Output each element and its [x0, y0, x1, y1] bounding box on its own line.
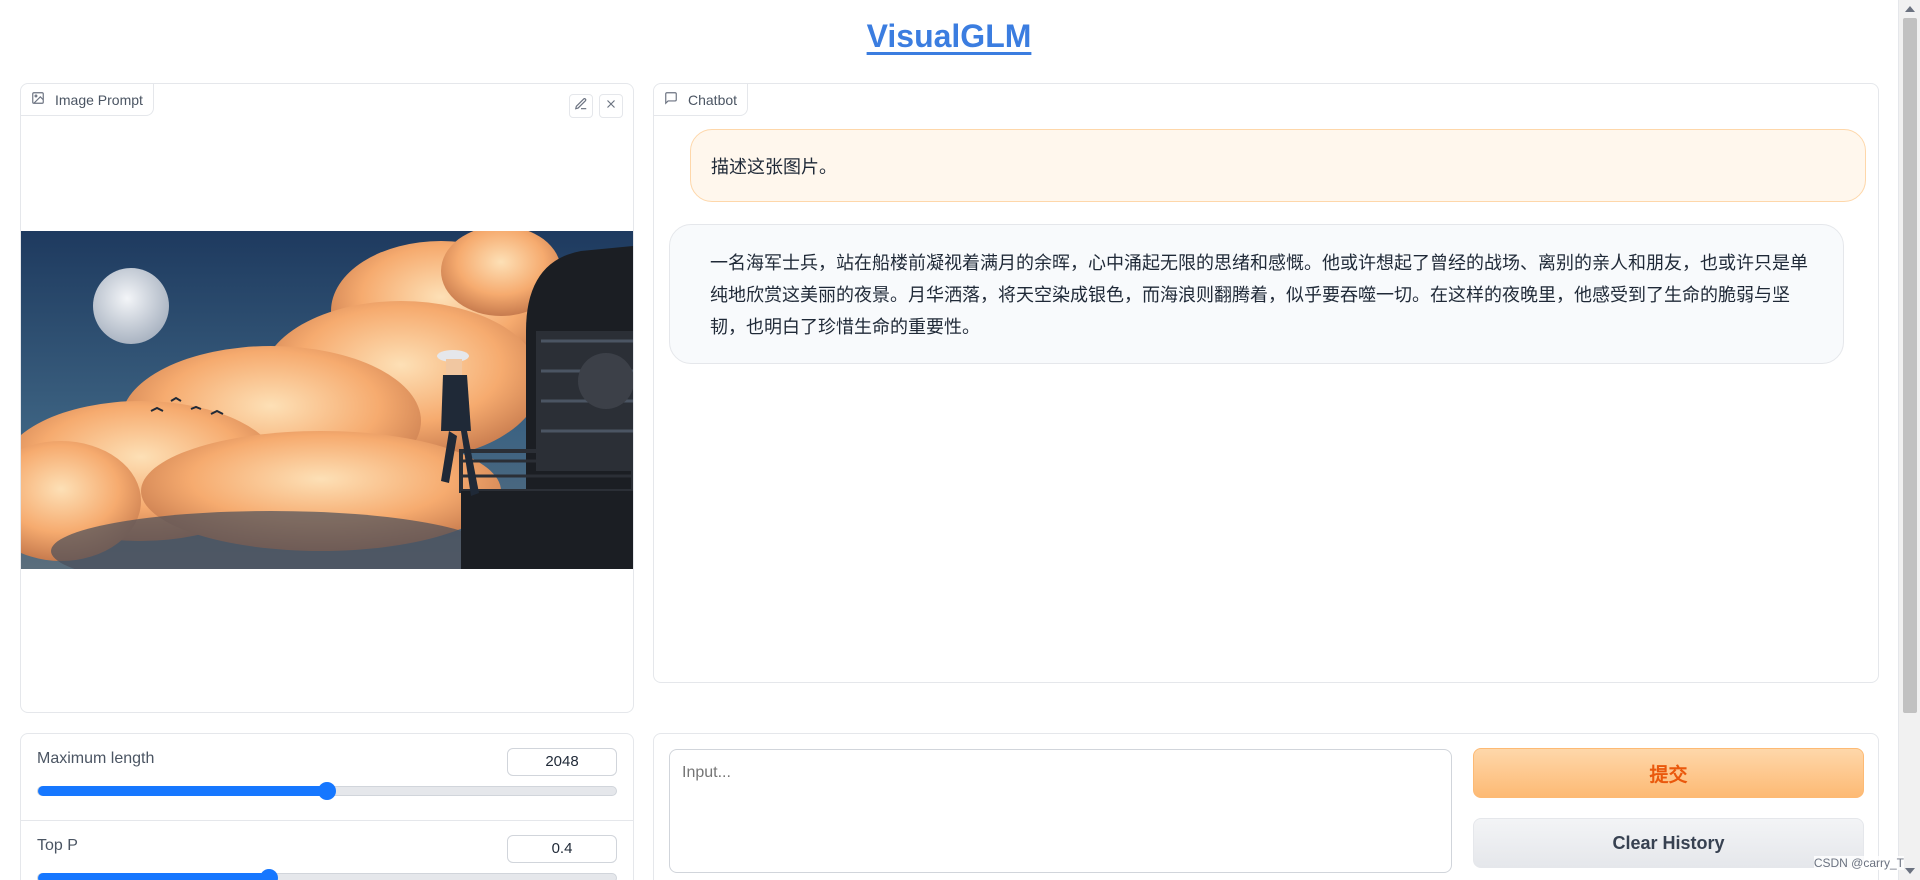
chatbot-panel: Chatbot 描述这张图片。 一名海军士兵，站在船楼前凝视着满月的余晖，心中涌… [653, 83, 1879, 683]
image-icon [31, 91, 45, 108]
page: VisualGLM Image Prompt Chatbot 描述这张图片。 一… [0, 0, 1920, 880]
max-length-setting: Maximum length 2048 [21, 734, 633, 820]
chat-input[interactable] [669, 749, 1452, 873]
top-p-slider-thumb[interactable] [260, 869, 279, 880]
bot-message-text: 一名海军士兵，站在船楼前凝视着满月的余晖，心中涌起无限的思绪和感慨。他或许想起了… [710, 253, 1808, 337]
max-length-slider-thumb[interactable] [318, 782, 336, 800]
scroll-down-icon[interactable] [1905, 868, 1915, 874]
image-prompt-label: Image Prompt [21, 84, 154, 116]
max-length-slider[interactable] [37, 782, 617, 800]
edit-button[interactable] [569, 94, 593, 118]
uploaded-image [21, 231, 633, 569]
user-message: 描述这张图片。 [690, 129, 1866, 202]
edit-icon [574, 97, 588, 116]
max-length-value[interactable]: 2048 [507, 748, 617, 776]
scrollbar-thumb[interactable] [1903, 18, 1917, 713]
top-p-label: Top P [37, 837, 78, 854]
top-p-value[interactable]: 0.4 [507, 835, 617, 863]
max-length-slider-fill [38, 786, 327, 796]
close-icon [604, 97, 618, 116]
submit-button[interactable]: 提交 [1473, 748, 1864, 798]
chatbot-label: Chatbot [654, 84, 749, 116]
max-length-label: Maximum length [37, 750, 155, 767]
clear-image-button[interactable] [599, 94, 623, 118]
top-p-slider-fill [38, 873, 270, 880]
image-tools [569, 94, 623, 118]
bot-message: 一名海军士兵，站在船楼前凝视着满月的余晖，心中涌起无限的思绪和感慨。他或许想起了… [669, 224, 1844, 364]
chatbot-label-text: Chatbot [688, 91, 738, 108]
image-prompt-label-text: Image Prompt [55, 91, 143, 108]
image-prompt-panel: Image Prompt [20, 83, 634, 713]
watermark: CSDN @carry_T [1813, 856, 1904, 870]
input-panel: 提交 Clear History [653, 733, 1879, 880]
app-title: VisualGLM [0, 18, 1898, 55]
clear-history-button[interactable]: Clear History [1473, 818, 1864, 868]
page-scrollbar[interactable] [1898, 0, 1920, 880]
top-p-slider[interactable] [37, 869, 617, 880]
chat-icon [664, 91, 678, 108]
user-message-text: 描述这张图片。 [711, 156, 837, 177]
settings-panel: Maximum length 2048 Top P 0.4 [20, 733, 634, 880]
scroll-up-icon[interactable] [1905, 6, 1915, 12]
app-title-link[interactable]: VisualGLM [867, 18, 1032, 54]
top-p-setting: Top P 0.4 [21, 820, 633, 880]
